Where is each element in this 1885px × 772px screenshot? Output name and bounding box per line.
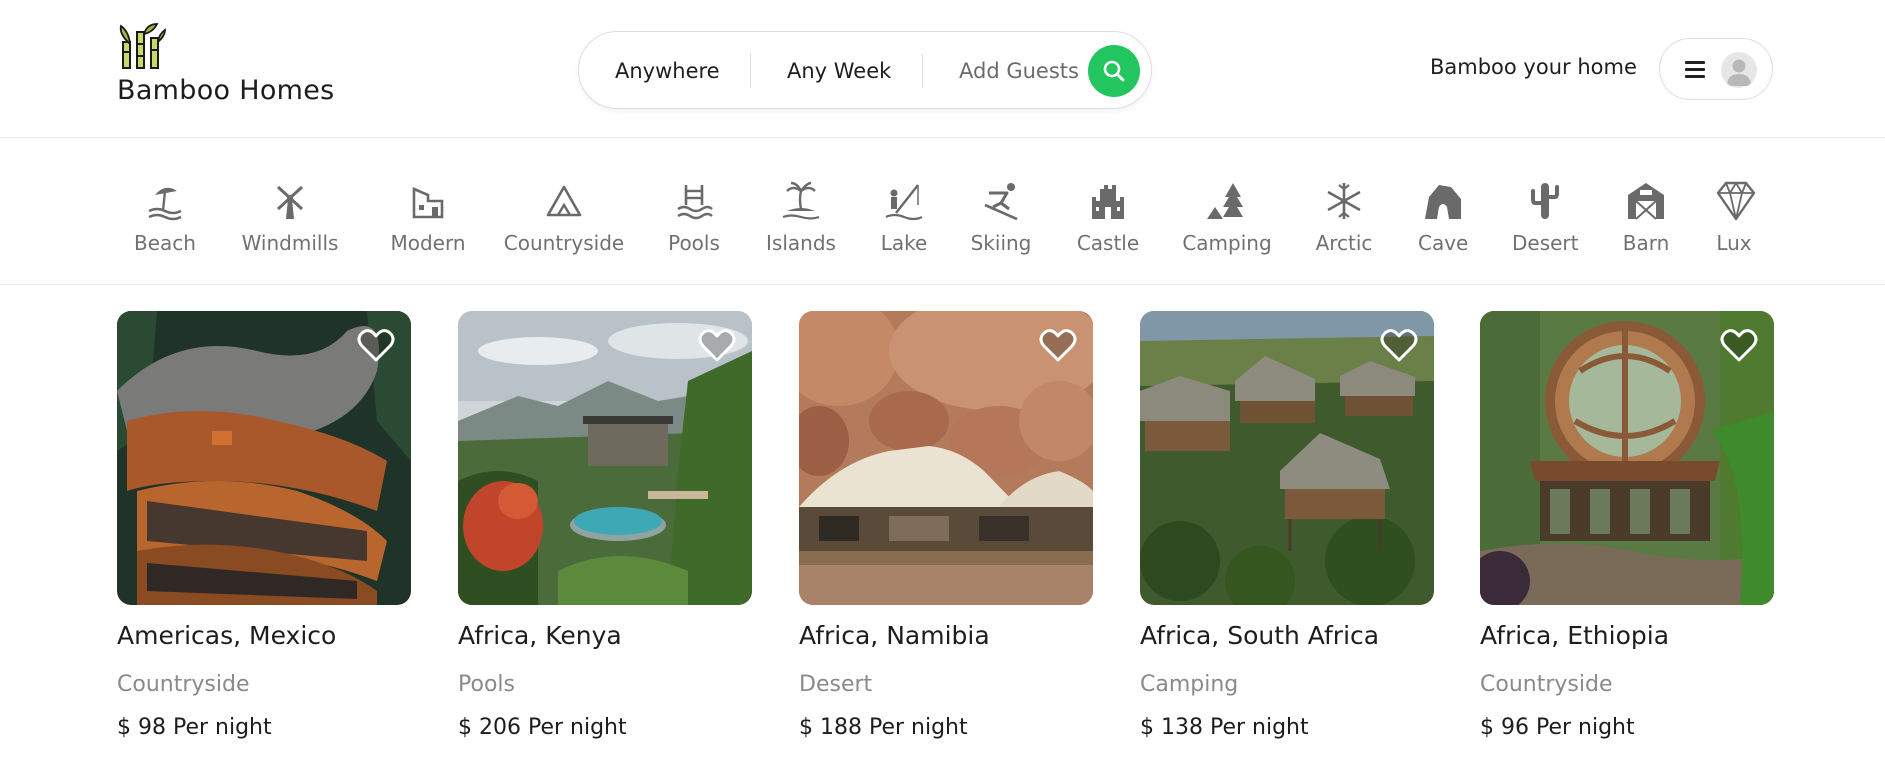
listing-card[interactable]: Africa, Kenya Pools $ 206 Per night <box>458 311 752 740</box>
listing-location: Africa, South Africa <box>1140 621 1380 650</box>
category-lux[interactable]: Lux <box>1714 179 1756 269</box>
listing-card[interactable]: Africa, Ethiopia Countryside $ 96 Per ni… <box>1480 311 1774 740</box>
category-lake[interactable]: Lake <box>878 179 930 269</box>
category-countryside[interactable]: Countryside <box>502 179 626 269</box>
listing-category: Camping <box>1140 672 1239 697</box>
search-dates[interactable]: Any Week <box>787 32 891 110</box>
heart-icon[interactable] <box>1720 329 1758 363</box>
cave-icon <box>1425 185 1461 219</box>
castle-icon <box>1092 185 1124 219</box>
listing-category: Countryside <box>117 672 250 697</box>
search-divider <box>922 54 923 88</box>
listing-price: $ 206 Per night <box>458 715 752 740</box>
listing-card[interactable]: Africa, Namibia Desert $ 188 Per night <box>799 311 1093 740</box>
beach-umbrella-icon <box>148 187 182 221</box>
windmill-icon <box>276 185 304 219</box>
listing-location: Africa, Kenya <box>458 621 622 650</box>
barn-icon <box>1628 183 1664 220</box>
search-bar[interactable]: Anywhere Any Week Add Guests <box>578 31 1152 109</box>
listing-category: Desert <box>799 672 873 697</box>
listing-price: $ 96 Per night <box>1480 715 1774 740</box>
category-skiing[interactable]: Skiing <box>970 179 1032 269</box>
category-cave[interactable]: Cave <box>1418 179 1468 269</box>
price-unit: Per night <box>868 715 968 740</box>
search-button[interactable] <box>1088 45 1140 97</box>
fishing-lake-icon <box>885 184 923 221</box>
listing-location: Africa, Namibia <box>799 621 990 650</box>
category-barn[interactable]: Barn <box>1622 179 1670 269</box>
listing-price: $ 98 Per night <box>117 715 411 740</box>
pool-icon <box>677 185 713 220</box>
price-amount: $ 138 <box>1140 715 1203 740</box>
category-camping[interactable]: Camping <box>1182 179 1272 269</box>
listing-price: $ 138 Per night <box>1140 715 1434 740</box>
search-location[interactable]: Anywhere <box>615 32 720 110</box>
price-unit: Per night <box>172 715 272 740</box>
listing-location: Africa, Ethiopia <box>1480 621 1670 650</box>
skier-icon <box>984 183 1018 221</box>
heart-icon[interactable] <box>1039 329 1077 363</box>
bamboo-logo-icon[interactable] <box>117 22 167 72</box>
price-amount: $ 96 <box>1480 715 1529 740</box>
diamond-icon <box>1716 181 1756 221</box>
category-desert[interactable]: Desert <box>1512 179 1579 269</box>
price-unit: Per night <box>1535 715 1635 740</box>
price-unit: Per night <box>1209 715 1309 740</box>
listing-photo[interactable] <box>799 311 1093 605</box>
hamburger-icon <box>1685 61 1705 78</box>
category-modern[interactable]: Modern <box>383 179 473 269</box>
host-link[interactable]: Bamboo your home <box>1430 55 1637 79</box>
category-islands[interactable]: Islands <box>766 179 836 269</box>
search-divider <box>750 54 751 88</box>
heart-icon[interactable] <box>357 329 395 363</box>
user-menu-button[interactable] <box>1659 38 1773 100</box>
top-header: Bamboo Homes Anywhere Any Week Add Guest… <box>0 0 1885 138</box>
listing-photo[interactable] <box>1140 311 1434 605</box>
category-beach[interactable]: Beach <box>130 179 200 269</box>
brand-name[interactable]: Bamboo Homes <box>117 75 335 106</box>
category-bar: Beach Windmills Modern Countryside Pools… <box>0 139 1885 285</box>
listing-photo[interactable] <box>117 311 411 605</box>
listing-price: $ 188 Per night <box>799 715 1093 740</box>
palm-island-icon <box>782 181 820 220</box>
heart-icon[interactable] <box>698 329 736 363</box>
listing-category: Pools <box>458 672 515 697</box>
category-windmills[interactable]: Windmills <box>238 179 342 269</box>
cactus-icon <box>1531 183 1559 219</box>
modern-house-icon <box>412 187 444 219</box>
tent-tree-icon <box>1207 183 1243 219</box>
user-avatar-icon <box>1721 52 1757 88</box>
listing-card[interactable]: Africa, South Africa Camping $ 138 Per n… <box>1140 311 1434 740</box>
category-arctic[interactable]: Arctic <box>1314 179 1374 269</box>
listing-category: Countryside <box>1480 672 1613 697</box>
snowflake-icon <box>1327 183 1361 219</box>
listing-photo[interactable] <box>1480 311 1774 605</box>
listing-location: Americas, Mexico <box>117 621 337 650</box>
mountain-icon <box>546 185 582 217</box>
listing-card[interactable]: Americas, Mexico Countryside $ 98 Per ni… <box>117 311 411 740</box>
price-unit: Per night <box>527 715 627 740</box>
price-amount: $ 98 <box>117 715 166 740</box>
price-amount: $ 206 <box>458 715 521 740</box>
search-icon <box>1103 60 1125 82</box>
listing-photo[interactable] <box>458 311 752 605</box>
price-amount: $ 188 <box>799 715 862 740</box>
category-castle[interactable]: Castle <box>1074 179 1142 269</box>
category-pools[interactable]: Pools <box>664 179 724 269</box>
search-guests[interactable]: Add Guests <box>959 32 1079 110</box>
heart-icon[interactable] <box>1380 329 1418 363</box>
